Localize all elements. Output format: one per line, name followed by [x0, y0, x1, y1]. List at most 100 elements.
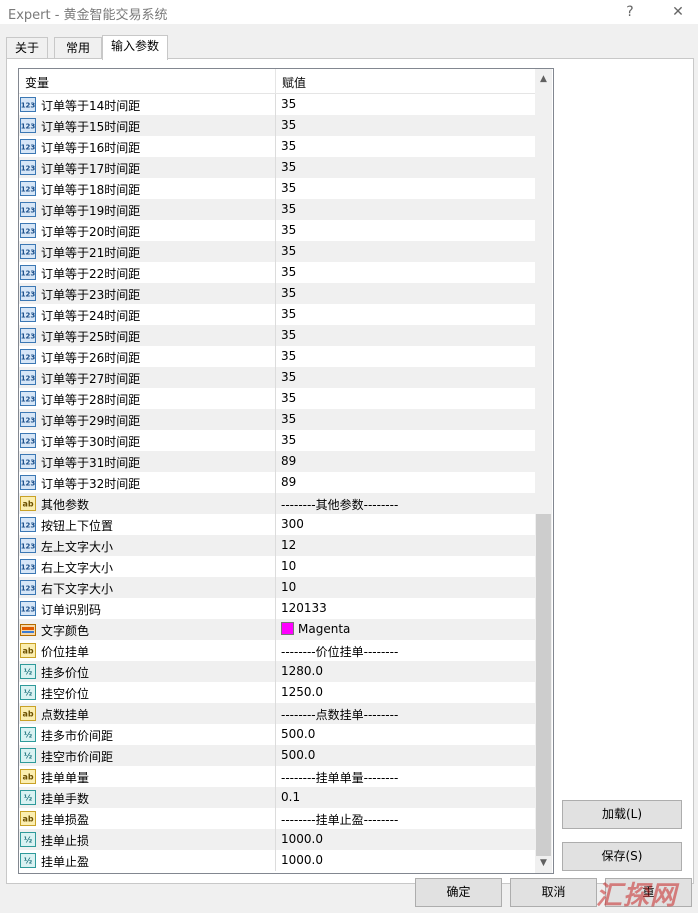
- parameter-value[interactable]: 35: [281, 307, 296, 321]
- table-row[interactable]: 123 订单识别码 120133: [19, 598, 535, 619]
- 123-icon: 123: [20, 286, 36, 301]
- parameter-name: 订单等于32时间距: [41, 477, 141, 491]
- parameter-value[interactable]: 300: [281, 517, 304, 531]
- parameter-value[interactable]: 35: [281, 139, 296, 153]
- table-row[interactable]: 123 订单等于18时间距 35: [19, 178, 535, 199]
- column-divider: [275, 787, 276, 808]
- close-button[interactable]: ✕: [666, 2, 690, 22]
- table-row[interactable]: 123 订单等于25时间距 35: [19, 325, 535, 346]
- table-row[interactable]: 123 订单等于26时间距 35: [19, 346, 535, 367]
- parameter-value[interactable]: 1000.0: [281, 832, 323, 846]
- parameter-value[interactable]: 35: [281, 370, 296, 384]
- table-row[interactable]: ab 挂单损盈 --------挂单止盈--------: [19, 808, 535, 829]
- parameter-value[interactable]: 35: [281, 118, 296, 132]
- table-row[interactable]: 123 订单等于23时间距 35: [19, 283, 535, 304]
- table-row[interactable]: 123 右下文字大小 10: [19, 577, 535, 598]
- parameter-value[interactable]: 35: [281, 223, 296, 237]
- parameter-value[interactable]: 35: [281, 286, 296, 300]
- parameter-value[interactable]: Magenta: [281, 622, 350, 636]
- cancel-button[interactable]: 取消: [510, 878, 597, 907]
- table-row[interactable]: 123 订单等于32时间距 89: [19, 472, 535, 493]
- parameter-value[interactable]: --------点数挂单--------: [281, 706, 398, 723]
- table-row[interactable]: ½ 挂空市价间距 500.0: [19, 745, 535, 766]
- help-button[interactable]: ?: [618, 2, 642, 22]
- table-row[interactable]: ½ 挂多价位 1280.0: [19, 661, 535, 682]
- table-row[interactable]: ½ 挂单止盈 1000.0: [19, 850, 535, 871]
- table-row[interactable]: 123 订单等于21时间距 35: [19, 241, 535, 262]
- table-row[interactable]: 123 订单等于19时间距 35: [19, 199, 535, 220]
- column-header-value[interactable]: 赋值: [282, 74, 306, 91]
- parameter-value[interactable]: --------挂单单量--------: [281, 769, 398, 786]
- parameter-value[interactable]: 35: [281, 328, 296, 342]
- parameter-value[interactable]: 0.1: [281, 790, 300, 804]
- parameter-value[interactable]: 35: [281, 412, 296, 426]
- parameter-value[interactable]: 35: [281, 160, 296, 174]
- table-row[interactable]: ab 挂单单量 --------挂单单量--------: [19, 766, 535, 787]
- table-row[interactable]: 123 订单等于20时间距 35: [19, 220, 535, 241]
- parameter-value[interactable]: 35: [281, 349, 296, 363]
- svg-text:123: 123: [21, 102, 36, 110]
- tab-about[interactable]: 关于: [6, 37, 48, 59]
- parameter-value[interactable]: 12: [281, 538, 296, 552]
- save-button[interactable]: 保存(S): [562, 842, 682, 871]
- vertical-scrollbar[interactable]: ▲ ▼: [535, 69, 552, 873]
- table-row[interactable]: ab 点数挂单 --------点数挂单--------: [19, 703, 535, 724]
- table-row[interactable]: 123 订单等于14时间距 35: [19, 94, 535, 115]
- table-row[interactable]: 123 订单等于16时间距 35: [19, 136, 535, 157]
- parameter-value[interactable]: 35: [281, 202, 296, 216]
- table-row[interactable]: 123 订单等于28时间距 35: [19, 388, 535, 409]
- color-icon: [20, 622, 36, 637]
- parameter-value[interactable]: 35: [281, 244, 296, 258]
- parameter-value[interactable]: 1250.0: [281, 685, 323, 699]
- parameter-value[interactable]: 35: [281, 391, 296, 405]
- parameter-value[interactable]: 35: [281, 97, 296, 111]
- table-row[interactable]: 123 订单等于30时间距 35: [19, 430, 535, 451]
- column-divider: [275, 619, 276, 640]
- table-row[interactable]: 123 订单等于27时间距 35: [19, 367, 535, 388]
- table-row[interactable]: ½ 挂单手数 0.1: [19, 787, 535, 808]
- table-row[interactable]: ½ 挂多市价间距 500.0: [19, 724, 535, 745]
- parameter-value[interactable]: 500.0: [281, 748, 315, 762]
- table-row[interactable]: ½ 挂空价位 1250.0: [19, 682, 535, 703]
- ok-button[interactable]: 确定: [415, 878, 502, 907]
- parameter-value[interactable]: 10: [281, 580, 296, 594]
- column-divider: [275, 283, 276, 304]
- tab-inputs[interactable]: 输入参数: [102, 35, 168, 60]
- table-row[interactable]: 123 订单等于22时间距 35: [19, 262, 535, 283]
- parameter-value[interactable]: 35: [281, 265, 296, 279]
- load-button[interactable]: 加载(L): [562, 800, 682, 829]
- table-row[interactable]: 123 订单等于24时间距 35: [19, 304, 535, 325]
- parameter-value[interactable]: 500.0: [281, 727, 315, 741]
- table-row[interactable]: ab 其他参数 --------其他参数--------: [19, 493, 535, 514]
- parameter-value[interactable]: 89: [281, 475, 296, 489]
- column-header-variable[interactable]: 变量: [25, 74, 49, 91]
- parameter-value[interactable]: 35: [281, 181, 296, 195]
- parameter-value[interactable]: 35: [281, 433, 296, 447]
- parameter-value[interactable]: 89: [281, 454, 296, 468]
- table-row[interactable]: 文字颜色 Magenta: [19, 619, 535, 640]
- table-row[interactable]: ½ 挂单止损 1000.0: [19, 829, 535, 850]
- header-divider[interactable]: [275, 69, 276, 93]
- parameter-value[interactable]: 1280.0: [281, 664, 323, 678]
- scrollbar-thumb[interactable]: [536, 514, 551, 856]
- table-row[interactable]: 123 右上文字大小 10: [19, 556, 535, 577]
- table-row[interactable]: 123 左上文字大小 12: [19, 535, 535, 556]
- chevron-down-icon[interactable]: ▼: [535, 855, 552, 872]
- parameter-name: 价位挂单: [41, 645, 90, 659]
- table-row[interactable]: 123 订单等于17时间距 35: [19, 157, 535, 178]
- parameter-value[interactable]: 120133: [281, 601, 327, 615]
- table-row[interactable]: ab 价位挂单 --------价位挂单--------: [19, 640, 535, 661]
- table-row[interactable]: 123 订单等于29时间距 35: [19, 409, 535, 430]
- column-divider: [275, 430, 276, 451]
- parameter-value[interactable]: 1000.0: [281, 853, 323, 867]
- chevron-up-icon[interactable]: ▲: [535, 71, 552, 88]
- parameter-value[interactable]: --------挂单止盈--------: [281, 811, 398, 828]
- table-row[interactable]: 123 订单等于31时间距 89: [19, 451, 535, 472]
- tab-common[interactable]: 常用: [54, 37, 102, 59]
- table-row[interactable]: 123 按钮上下位置 300: [19, 514, 535, 535]
- svg-text:123: 123: [21, 186, 36, 194]
- parameter-value[interactable]: --------价位挂单--------: [281, 643, 398, 660]
- parameter-value[interactable]: 10: [281, 559, 296, 573]
- table-row[interactable]: 123 订单等于15时间距 35: [19, 115, 535, 136]
- parameter-value[interactable]: --------其他参数--------: [281, 496, 398, 513]
